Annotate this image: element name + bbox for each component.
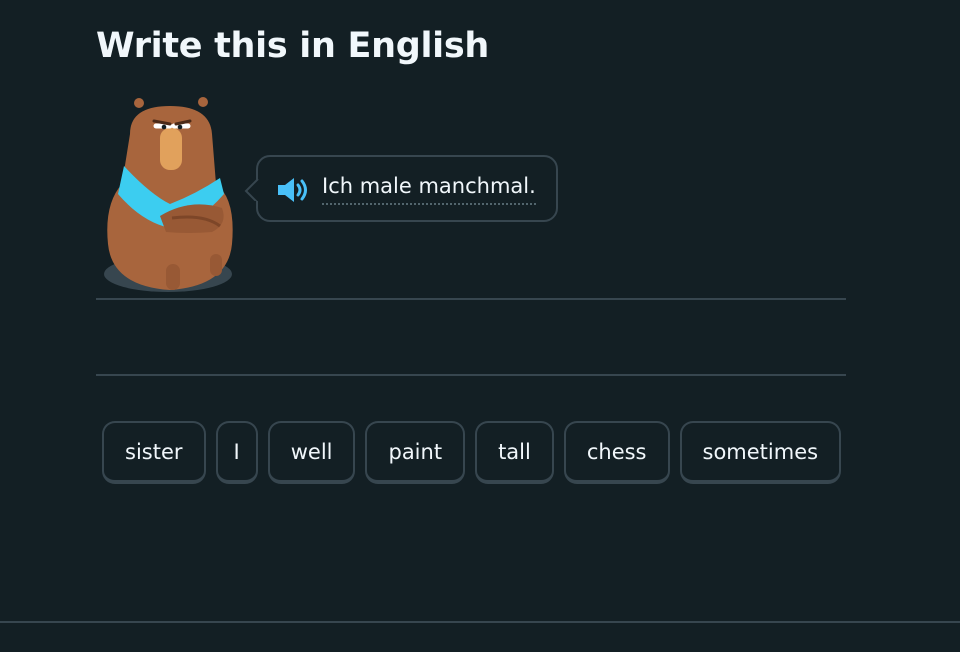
word-tile-sister[interactable]: sister bbox=[102, 421, 206, 484]
word-tile-tall[interactable]: tall bbox=[475, 421, 554, 484]
answer-line-top bbox=[96, 298, 846, 300]
prompt-sentence[interactable]: Ich male manchmal. bbox=[322, 174, 536, 205]
answer-area[interactable] bbox=[96, 301, 846, 374]
answer-line-bottom bbox=[96, 374, 846, 376]
speech-bubble: Ich male manchmal. bbox=[244, 155, 558, 222]
word-tile-paint[interactable]: paint bbox=[365, 421, 466, 484]
bubble-tail bbox=[244, 178, 259, 201]
word-tile-well[interactable]: well bbox=[267, 421, 356, 484]
word-tile-sometimes[interactable]: sometimes bbox=[679, 421, 842, 484]
challenge-screen: Write this in English Ich male manchmal.… bbox=[0, 0, 960, 652]
word-tile-i[interactable]: I bbox=[215, 421, 258, 484]
challenge-title: Write this in English bbox=[96, 26, 489, 66]
bear-character bbox=[100, 94, 240, 300]
footer-divider bbox=[0, 621, 960, 623]
word-tile-chess[interactable]: chess bbox=[563, 421, 670, 484]
speaker-icon[interactable] bbox=[276, 176, 312, 204]
word-bank: sister I well paint tall chess sometimes bbox=[102, 421, 842, 484]
